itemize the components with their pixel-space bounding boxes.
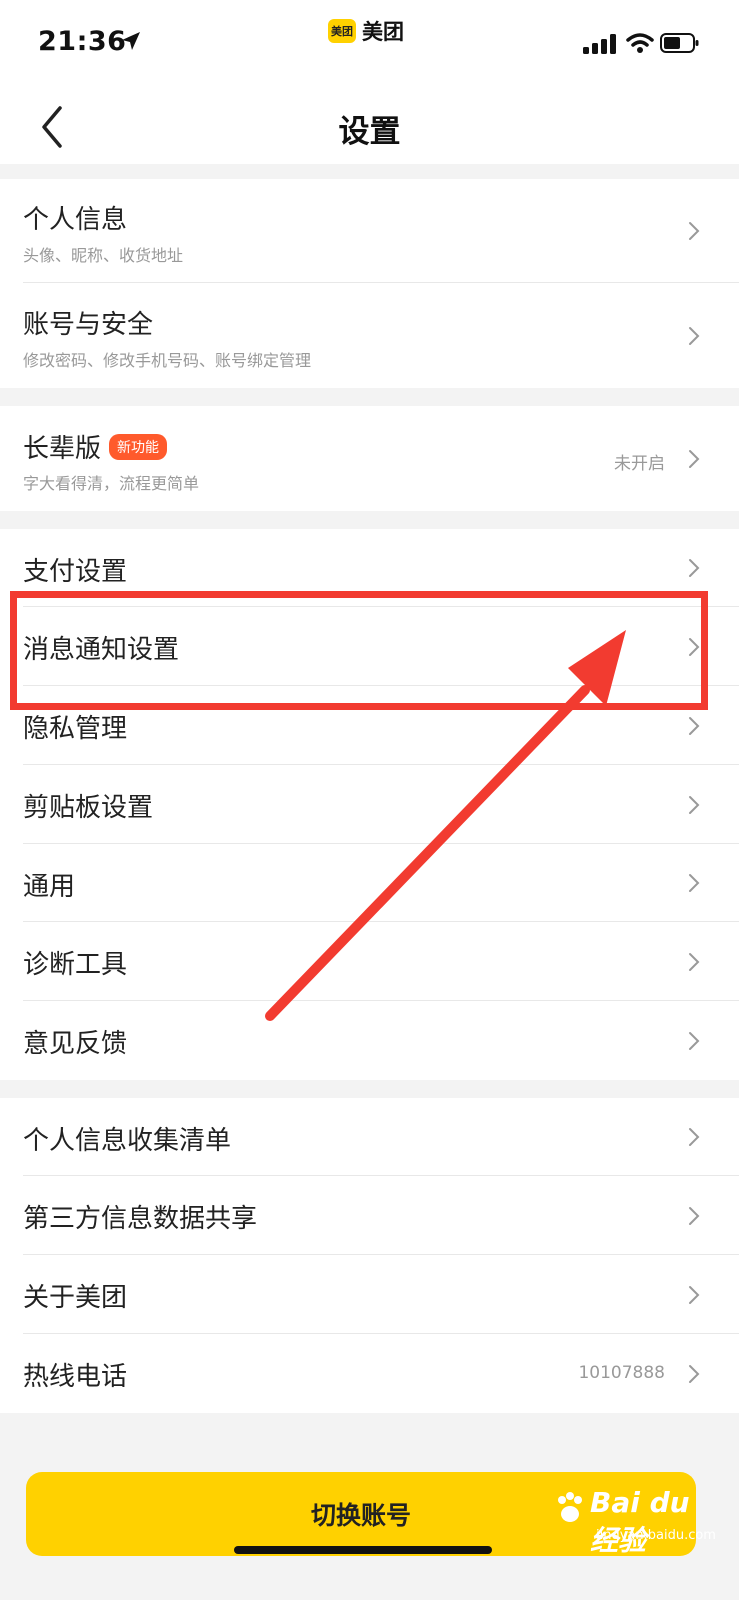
chevron-right-icon [689,1032,700,1050]
hotline-number: 10107888 [578,1363,665,1383]
row-title: 剪贴板设置 [23,793,154,823]
row-title: 第三方信息数据共享 [23,1204,258,1234]
row-title: 长辈版 [23,434,102,464]
settings-row-info-collection[interactable]: 个人信息收集清单 [0,1098,739,1176]
settings-row-general[interactable]: 通用 [0,844,739,922]
chevron-right-icon [689,327,700,345]
nav-bar: 设置 [0,92,739,164]
chevron-right-icon [689,953,700,971]
chevron-right-icon [689,717,700,735]
home-indicator [234,1546,492,1554]
row-title: 隐私管理 [23,714,128,744]
row-title: 个人信息 [23,205,128,235]
paw-icon [558,1492,582,1522]
settings-row-diagnostics[interactable]: 诊断工具 [0,922,739,1001]
settings-row-feedback[interactable]: 意见反馈 [0,1001,739,1080]
highlight-box [10,591,708,710]
settings-group-about: 个人信息收集清单 第三方信息数据共享 关于美团 热线电话 10107888 [0,1098,739,1413]
row-title-wrap: 长辈版 新功能 [23,428,168,465]
chevron-right-icon [689,1128,700,1146]
chevron-right-icon [689,222,700,240]
settings-row-account-security[interactable]: 账号与安全 修改密码、修改手机号码、账号绑定管理 [0,283,739,388]
chevron-right-icon [689,1365,700,1383]
chevron-right-icon [689,450,700,468]
watermark-text: Bai du 经验 [590,1486,690,1557]
settings-row-about[interactable]: 关于美团 [0,1255,739,1334]
chevron-right-icon [689,1207,700,1225]
location-arrow-icon [122,32,140,50]
row-title: 个人信息收集清单 [23,1126,232,1156]
row-subtitle: 头像、昵称、收货地址 [23,246,184,265]
row-subtitle: 字大看得清，流程更简单 [23,474,200,493]
row-subtitle: 修改密码、修改手机号码、账号绑定管理 [23,351,312,370]
chevron-right-icon [689,796,700,814]
battery-icon [660,33,699,53]
row-title: 账号与安全 [23,310,154,340]
status-time: 21:36 [38,26,127,57]
watermark-url: jingyan.baidu.com [596,1528,716,1543]
chevron-right-icon [689,874,700,892]
chevron-right-icon [689,559,700,577]
cellular-signal-icon [583,34,616,54]
chevron-right-icon [689,1286,700,1304]
status-app-indicator: 美团 美团 [328,16,404,46]
row-title: 热线电话 [23,1362,128,1392]
settings-row-elder-mode[interactable]: 长辈版 新功能 字大看得清，流程更简单 未开启 [0,406,739,511]
baidu-jingyan-watermark: Bai du 经验 jingyan.baidu.com [552,1484,716,1557]
row-title: 通用 [23,872,76,902]
row-title: 诊断工具 [23,950,128,980]
row-title: 关于美团 [23,1283,128,1313]
page-title: 设置 [338,114,401,150]
new-feature-badge: 新功能 [109,433,168,460]
settings-group-elder: 长辈版 新功能 字大看得清，流程更简单 未开启 [0,406,739,511]
row-title: 意见反馈 [23,1029,128,1059]
settings-row-hotline[interactable]: 热线电话 10107888 [0,1334,739,1413]
settings-row-third-party-sharing[interactable]: 第三方信息数据共享 [0,1176,739,1255]
settings-row-personal-info[interactable]: 个人信息 头像、昵称、收货地址 [0,179,739,283]
wifi-icon [626,33,654,53]
settings-row-clipboard[interactable]: 剪贴板设置 [0,765,739,844]
settings-group-account: 个人信息 头像、昵称、收货地址 账号与安全 修改密码、修改手机号码、账号绑定管理 [0,179,739,388]
row-value: 未开启 [614,454,665,474]
status-bar: 21:36 美团 美团 [0,0,739,92]
status-app-name: 美团 [362,20,404,44]
meituan-logo-icon: 美团 [328,19,356,43]
row-title: 支付设置 [23,557,128,587]
